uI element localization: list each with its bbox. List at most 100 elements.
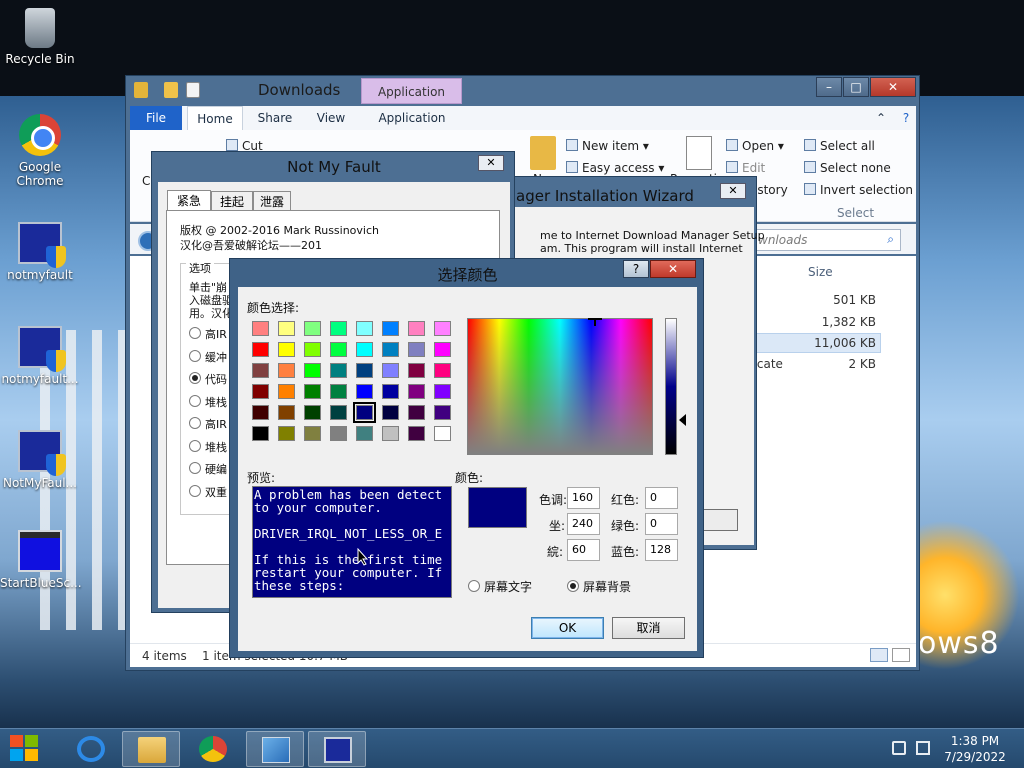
color-swatch[interactable] xyxy=(330,426,347,441)
color-swatch[interactable] xyxy=(408,363,425,378)
color-spectrum[interactable] xyxy=(467,318,653,455)
tab-share[interactable]: Share xyxy=(250,106,300,130)
luminance-slider[interactable] xyxy=(665,318,677,455)
color-swatch[interactable] xyxy=(408,405,425,420)
color-swatch[interactable] xyxy=(434,384,451,399)
tab-hang[interactable]: 挂起 xyxy=(211,191,253,211)
color-swatch[interactable] xyxy=(252,363,269,378)
taskbar-installer[interactable] xyxy=(246,731,304,767)
screen-text-radio[interactable] xyxy=(468,580,480,592)
select-all-button[interactable]: Select all xyxy=(804,139,875,153)
desktop-icon-notmyfault-2[interactable]: notmyfault... xyxy=(0,326,80,386)
luminance-input[interactable]: 60 xyxy=(567,539,600,561)
idm-close-button[interactable]: ✕ xyxy=(720,183,746,199)
open-button[interactable]: Open ▾ xyxy=(726,139,784,153)
history-button[interactable]: istory xyxy=(754,183,788,197)
color-swatch[interactable] xyxy=(252,426,269,441)
tab-leak[interactable]: 泄露 xyxy=(253,191,291,211)
cancel-button[interactable]: 取消 xyxy=(612,617,685,639)
option-radio[interactable] xyxy=(189,485,201,497)
collapse-ribbon-icon[interactable]: ⌃ xyxy=(874,106,888,130)
color-swatch[interactable] xyxy=(408,384,425,399)
easy-access-button[interactable]: Easy access ▾ xyxy=(566,161,664,175)
color-swatch[interactable] xyxy=(434,363,451,378)
saturation-input[interactable]: 240 xyxy=(567,513,600,535)
color-swatch[interactable] xyxy=(434,426,451,441)
tab-home[interactable]: Home xyxy=(187,106,243,130)
color-swatch[interactable] xyxy=(434,321,451,336)
desktop-icon-google-chrome[interactable]: Google Chrome xyxy=(0,114,80,188)
color-swatch[interactable] xyxy=(278,405,295,420)
color-swatch[interactable] xyxy=(252,384,269,399)
network-icon[interactable] xyxy=(892,741,906,755)
color-swatch[interactable] xyxy=(304,321,321,336)
color-swatch[interactable] xyxy=(408,426,425,441)
properties-icon[interactable] xyxy=(686,136,712,170)
luminance-slider-arrow-icon[interactable] xyxy=(679,414,686,426)
color-swatch[interactable] xyxy=(356,426,373,441)
color-swatch[interactable] xyxy=(382,363,399,378)
color-swatch[interactable] xyxy=(278,321,295,336)
option-radio[interactable] xyxy=(189,395,201,407)
start-button[interactable] xyxy=(10,735,42,763)
large-icons-view-icon[interactable] xyxy=(892,648,910,662)
option-radio[interactable] xyxy=(189,440,201,452)
quick-access-folder-icon[interactable] xyxy=(164,82,178,98)
color-swatch[interactable] xyxy=(330,363,347,378)
details-view-icon[interactable] xyxy=(870,648,888,662)
new-folder-icon[interactable] xyxy=(530,136,556,170)
option-radio-selected[interactable] xyxy=(189,372,201,384)
edit-button[interactable]: Edit xyxy=(726,161,765,175)
color-swatch[interactable] xyxy=(330,342,347,357)
option-radio[interactable] xyxy=(189,462,201,474)
color-swatch[interactable] xyxy=(304,384,321,399)
select-none-button[interactable]: Select none xyxy=(804,161,891,175)
clock[interactable]: 1:38 PM 7/29/2022 xyxy=(940,733,1010,765)
color-swatch[interactable] xyxy=(408,321,425,336)
color-swatch[interactable] xyxy=(330,405,347,420)
invert-selection-button[interactable]: Invert selection xyxy=(804,183,913,197)
not-my-fault-close-button[interactable]: ✕ xyxy=(478,155,504,171)
color-dialog-close-button[interactable]: ✕ xyxy=(650,260,696,278)
explorer-titlebar[interactable]: Downloads Application Tools – □ ✕ xyxy=(126,76,919,125)
tab-application[interactable]: Application xyxy=(367,106,457,130)
option-radio[interactable] xyxy=(189,327,201,339)
color-swatch[interactable] xyxy=(434,405,451,420)
tab-file[interactable]: File xyxy=(130,106,182,130)
screen-background-radio[interactable] xyxy=(567,580,579,592)
desktop-icon-notmyfault[interactable]: notmyfault xyxy=(0,222,80,282)
color-swatch[interactable] xyxy=(382,384,399,399)
color-swatch[interactable] xyxy=(356,342,373,357)
color-swatch[interactable] xyxy=(356,321,373,336)
close-button[interactable]: ✕ xyxy=(870,77,916,97)
minimize-button[interactable]: – xyxy=(816,77,842,97)
ok-button[interactable]: OK xyxy=(531,617,604,639)
option-radio[interactable] xyxy=(189,350,201,362)
color-swatch[interactable] xyxy=(278,363,295,378)
maximize-button[interactable]: □ xyxy=(843,77,869,97)
new-item-button[interactable]: New item ▾ xyxy=(566,139,649,153)
color-swatch[interactable] xyxy=(356,363,373,378)
color-swatch[interactable] xyxy=(252,405,269,420)
color-swatch[interactable] xyxy=(304,405,321,420)
color-swatch[interactable] xyxy=(278,342,295,357)
color-swatch[interactable] xyxy=(434,342,451,357)
color-swatch[interactable] xyxy=(330,321,347,336)
hue-input[interactable]: 160 xyxy=(567,487,600,509)
desktop-icon-startbluescreen[interactable]: StartBlueSc... xyxy=(0,530,82,590)
color-swatch[interactable] xyxy=(252,342,269,357)
color-swatch[interactable] xyxy=(304,363,321,378)
color-swatch[interactable] xyxy=(304,342,321,357)
color-swatch[interactable] xyxy=(252,321,269,336)
taskbar-chrome[interactable] xyxy=(184,731,242,767)
color-swatch[interactable] xyxy=(382,342,399,357)
taskbar-internet-explorer[interactable] xyxy=(62,731,120,767)
help-icon[interactable]: ? xyxy=(898,106,914,130)
color-swatch[interactable] xyxy=(382,321,399,336)
taskbar-file-explorer[interactable] xyxy=(122,731,180,767)
help-button[interactable]: ? xyxy=(623,260,649,278)
red-input[interactable]: 0 xyxy=(645,487,678,509)
spectrum-crosshair[interactable] xyxy=(588,318,602,326)
volume-muted-icon[interactable] xyxy=(916,741,930,755)
desktop-icon-notmyfault-3[interactable]: NotMyFaul... xyxy=(0,430,80,490)
